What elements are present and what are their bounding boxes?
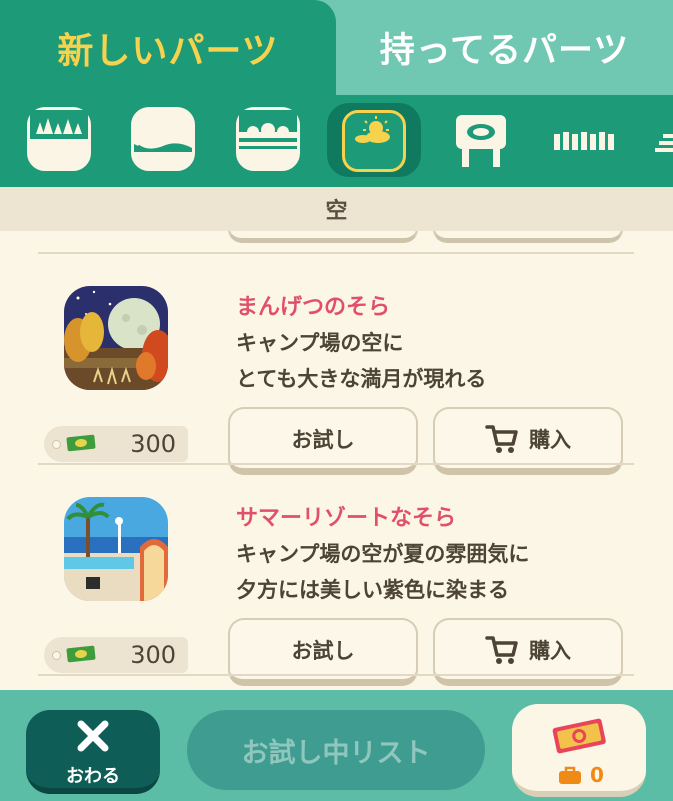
tab-owned-parts-label: 持ってるパーツ — [379, 31, 630, 71]
close-button-label: おわる — [66, 766, 120, 787]
buy-button-label: 購入 — [529, 427, 571, 452]
price-value: 300 — [130, 641, 176, 669]
try-list-label: お試し中リスト — [241, 737, 431, 769]
close-button[interactable]: おわる — [26, 710, 160, 794]
try-button-label: お試し — [291, 427, 355, 452]
summer-resort-sky-thumbnail — [64, 497, 168, 601]
prev-try-button[interactable] — [228, 231, 418, 243]
leaf-ticket-icon — [66, 645, 96, 663]
item-description-line1: キャンプ場の空に — [236, 331, 404, 355]
category-trees-icon[interactable] — [27, 107, 91, 171]
ticket-count: 0 — [590, 763, 604, 787]
section-header: 空 — [0, 187, 673, 231]
category-cloth-icon[interactable] — [131, 107, 195, 171]
parts-list[interactable]: 300 まんげつのそら キャンプ場の空に とても大きな満月が現れる お試し 購入 — [0, 231, 673, 690]
divider — [38, 674, 634, 676]
item-description-line2: 夕方には美しい紫色に染まる — [236, 578, 509, 602]
bag-icon — [559, 766, 581, 784]
item-name: サマーリゾートなそら — [236, 506, 457, 531]
leaf-ticket-icon — [66, 434, 96, 452]
cart-icon — [485, 424, 518, 453]
close-icon — [77, 720, 109, 752]
try-button-label: お試し — [291, 638, 355, 663]
price-tag: 300 — [44, 637, 188, 673]
tab-new-parts[interactable]: 新しいパーツ — [0, 0, 336, 95]
item-name: まんげつのそら — [236, 295, 391, 320]
tab-owned-parts[interactable]: 持ってるパーツ — [336, 0, 673, 95]
full-moon-sky-thumbnail — [64, 286, 168, 390]
try-list-button[interactable]: お試し中リスト — [187, 710, 485, 790]
category-fence-icon[interactable] — [552, 124, 620, 154]
bottom-bar: おわる お試し中リスト 0 — [0, 690, 673, 801]
item-description-line2: とても大きな満月が現れる — [236, 367, 487, 391]
price-value: 300 — [130, 430, 176, 458]
category-signboard-icon[interactable] — [453, 112, 517, 176]
section-title: 空 — [325, 199, 348, 224]
cart-icon — [485, 635, 518, 664]
item-description-line1: キャンプ場の空が夏の雰囲気に — [236, 542, 530, 566]
ticket-icon — [552, 718, 606, 754]
prev-buy-button[interactable] — [433, 231, 623, 243]
list-item: 300 まんげつのそら キャンプ場の空に とても大きな満月が現れる お試し 購入 — [0, 253, 673, 475]
buy-button-label: 購入 — [529, 638, 571, 663]
tab-new-parts-label: 新しいパーツ — [57, 30, 279, 72]
list-item: 300 サマーリゾートなそら キャンプ場の空が夏の雰囲気に 夕方には美しい紫色に… — [0, 464, 673, 686]
category-waves-icon[interactable] — [236, 107, 300, 171]
tab-bar: 新しいパーツ 持ってるパーツ — [0, 0, 673, 95]
category-sky-icon[interactable] — [342, 110, 406, 172]
category-stairs-icon[interactable] — [655, 130, 673, 156]
ticket-button[interactable]: 0 — [512, 704, 646, 797]
price-tag: 300 — [44, 426, 188, 462]
